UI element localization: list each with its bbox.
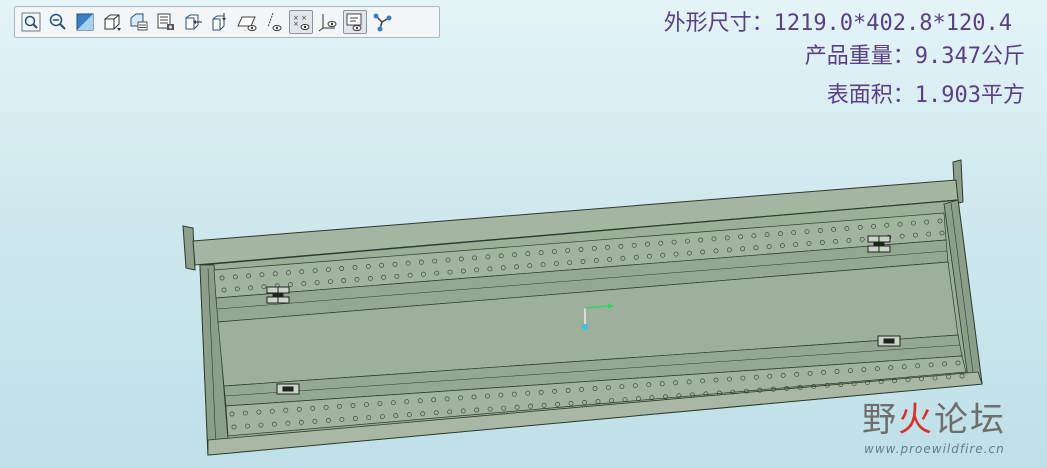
forum-watermark: 野火论坛 www.proewildfire.cn — [862, 392, 1042, 462]
watermark-url: www.proewildfire.cn — [864, 442, 1005, 456]
watermark-logo: 野火论坛 — [862, 400, 1006, 440]
hinge-bottom-left — [276, 383, 300, 395]
hinge-bottom-right — [877, 335, 901, 347]
